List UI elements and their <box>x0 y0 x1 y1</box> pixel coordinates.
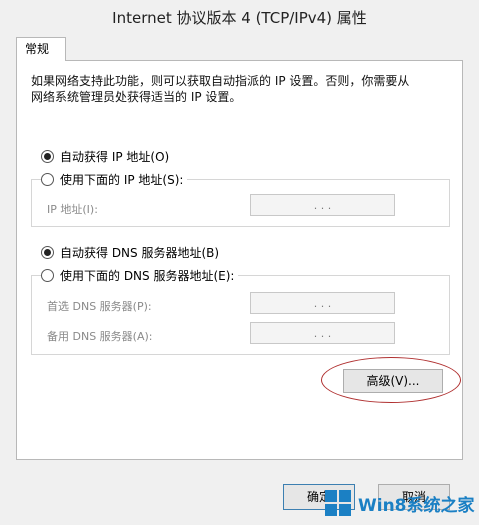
dns-auto-radio[interactable]: 自动获得 DNS 服务器地址(B) <box>41 243 224 261</box>
preferred-dns-label: 首选 DNS 服务器(P): <box>47 300 152 313</box>
tab-panel-general: 如果网络支持此功能，则可以获取自动指派的 IP 设置。否则，你需要从 网络系统管… <box>16 60 463 460</box>
dns-manual-radio[interactable]: 使用下面的 DNS 服务器地址(E): <box>41 266 239 284</box>
ip-address-field[interactable]: . . . <box>250 194 395 216</box>
alternate-dns-field[interactable]: . . . <box>250 322 395 344</box>
description-line-1: 如果网络支持此功能，则可以获取自动指派的 IP 设置。否则，你需要从 <box>31 74 410 88</box>
ip-auto-label: 自动获得 IP 地址(O) <box>60 149 170 164</box>
windows-logo-icon <box>325 490 351 516</box>
radio-unchecked-icon <box>41 268 54 282</box>
description-text: 如果网络支持此功能，则可以获取自动指派的 IP 设置。否则，你需要从 网络系统管… <box>31 73 451 105</box>
title-bar: Internet 协议版本 4 (TCP/IPv4) 属性 <box>0 0 479 34</box>
ip-address-label: IP 地址(I): <box>47 203 98 216</box>
ip-auto-radio[interactable]: 自动获得 IP 地址(O) <box>41 147 174 165</box>
alternate-dns-value: . . . <box>313 326 332 340</box>
tab-general[interactable]: 常规 <box>16 37 66 61</box>
radio-unchecked-icon <box>41 172 54 186</box>
ip-address-value: . . . <box>313 198 332 212</box>
preferred-dns-value: . . . <box>313 296 332 310</box>
watermark-text: Win8系统之家 <box>358 495 475 516</box>
description-line-2: 网络系统管理员处获得适当的 IP 设置。 <box>31 90 242 104</box>
watermark: Win8系统之家 <box>318 481 479 525</box>
ip-manual-label: 使用下面的 IP 地址(S): <box>60 172 184 187</box>
preferred-dns-field[interactable]: . . . <box>250 292 395 314</box>
ip-manual-radio[interactable]: 使用下面的 IP 地址(S): <box>41 170 188 188</box>
radio-checked-icon <box>41 149 54 163</box>
dns-auto-label: 自动获得 DNS 服务器地址(B) <box>60 245 220 260</box>
dns-manual-label: 使用下面的 DNS 服务器地址(E): <box>60 268 235 283</box>
radio-checked-icon <box>41 245 54 259</box>
alternate-dns-label: 备用 DNS 服务器(A): <box>47 330 153 343</box>
window-title: Internet 协议版本 4 (TCP/IPv4) 属性 <box>112 9 367 27</box>
advanced-button[interactable]: 高级(V)... <box>343 369 443 393</box>
